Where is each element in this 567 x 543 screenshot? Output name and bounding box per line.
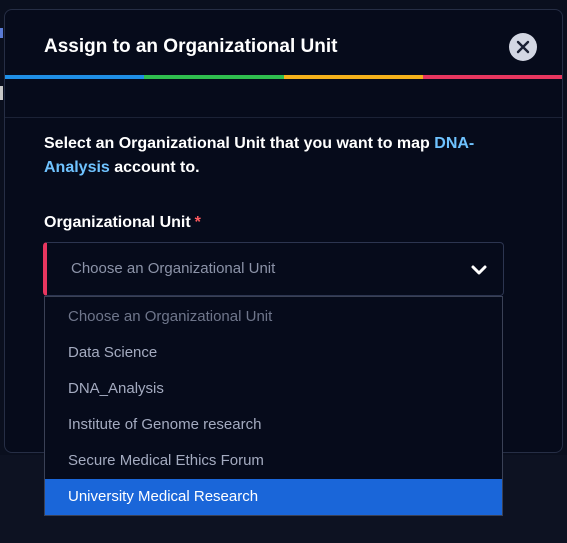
dropdown-option-highlighted[interactable]: University Medical Research (45, 479, 502, 515)
accent-segment-blue (5, 75, 145, 79)
accent-segment-green (144, 75, 284, 79)
dropdown-option-placeholder[interactable]: Choose an Organizational Unit (45, 299, 502, 335)
header-divider (5, 117, 562, 118)
accent-segment-yellow (283, 75, 423, 79)
chevron-down-icon (471, 265, 487, 275)
field-label: Organizational Unit * (44, 214, 201, 232)
close-icon (516, 40, 530, 54)
field-label-text: Organizational Unit (44, 214, 191, 231)
dropdown-option[interactable]: Secure Medical Ethics Forum (45, 443, 502, 479)
required-marker: * (194, 214, 201, 231)
dropdown-option[interactable]: Data Science (45, 335, 502, 371)
dropdown-option[interactable]: Institute of Genome research (45, 407, 502, 443)
description-text: Select an Organizational Unit that you w… (44, 135, 435, 152)
accent-segment-red (422, 75, 562, 79)
org-unit-dropdown: Choose an Organizational Unit Data Scien… (44, 296, 503, 516)
description-suffix: account to. (109, 159, 200, 176)
select-value: Choose an Organizational Unit (71, 260, 276, 277)
modal-description: Select an Organizational Unit that you w… (44, 132, 524, 180)
org-unit-select[interactable]: Choose an Organizational Unit (43, 242, 504, 296)
background-fragment (0, 28, 3, 38)
dropdown-option[interactable]: DNA_Analysis (45, 371, 502, 407)
modal-title: Assign to an Organizational Unit (44, 36, 338, 57)
close-button[interactable] (509, 33, 537, 61)
background-fragment (0, 86, 3, 100)
accent-bar (5, 75, 562, 79)
